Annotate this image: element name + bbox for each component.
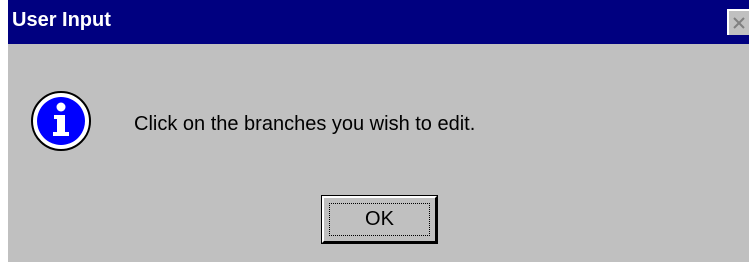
dialog-window: User Input Click on the branches you wis… (8, 0, 749, 262)
close-icon (733, 17, 745, 29)
ok-button[interactable]: OK (322, 196, 437, 243)
window-title: User Input (12, 9, 111, 31)
dialog-message: Click on the branches you wish to edit. (134, 113, 476, 135)
title-bar[interactable]: User Input (8, 0, 749, 44)
info-icon (31, 91, 91, 151)
ok-button-label: OK (329, 203, 430, 236)
close-button[interactable] (727, 9, 749, 35)
